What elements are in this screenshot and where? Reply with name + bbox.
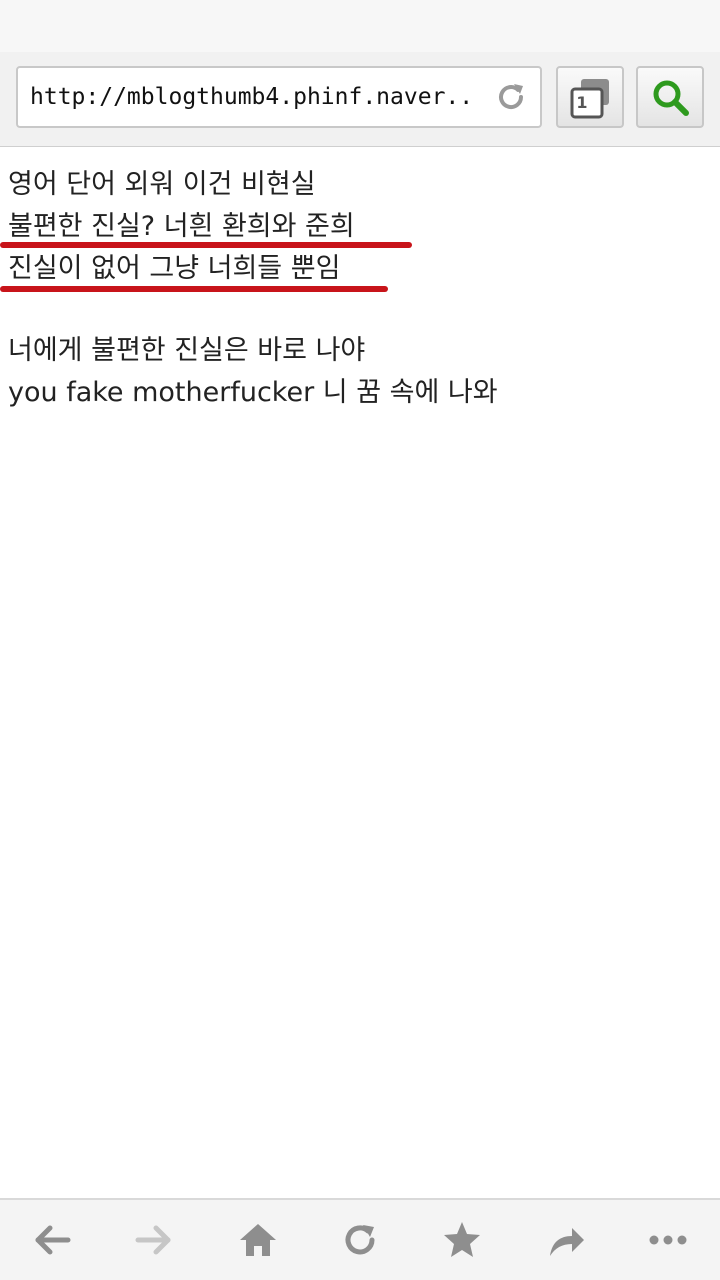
bottom-navigation-bar xyxy=(0,1198,720,1280)
lyric-line-1: 영어 단어 외워 이건 비현실 xyxy=(8,169,316,200)
status-area xyxy=(0,0,720,52)
lyric-line-4: 너에게 불편한 진실은 바로 나야 xyxy=(8,335,366,366)
url-text[interactable]: http://mblogthumb4.phinf.naver.... xyxy=(30,68,476,126)
search-button[interactable] xyxy=(636,66,704,128)
bookmark-star-icon[interactable] xyxy=(440,1218,484,1262)
more-icon[interactable] xyxy=(646,1218,690,1262)
lyric-line-2: 불편한 진실? 너흰 환희와 준희 xyxy=(0,206,712,248)
browser-screen: http://mblogthumb4.phinf.naver.... 1 영어 … xyxy=(0,0,720,1280)
refresh-icon[interactable] xyxy=(338,1218,382,1262)
tabs-button[interactable]: 1 xyxy=(556,66,624,128)
lyric-line-2-text: 불편한 진실? 너흰 환희와 준희 xyxy=(8,211,355,242)
lyric-line-3-text: 진실이 없어 그냥 너희들 뿐임 xyxy=(8,253,341,284)
lyric-line-3: 진실이 없어 그냥 너희들 뿐임 xyxy=(0,248,712,292)
search-icon xyxy=(653,80,689,116)
back-icon[interactable] xyxy=(30,1218,74,1262)
share-icon[interactable] xyxy=(544,1218,588,1262)
home-icon[interactable] xyxy=(236,1218,280,1262)
tab-count: 1 xyxy=(576,93,588,112)
reload-icon[interactable] xyxy=(494,80,528,114)
browser-toolbar: http://mblogthumb4.phinf.naver.... 1 xyxy=(0,52,720,147)
forward-icon[interactable] xyxy=(132,1218,176,1262)
image-text-content: 영어 단어 외워 이건 비현실 불편한 진실? 너흰 환희와 준희 진실이 없어… xyxy=(0,164,712,414)
red-underline-2 xyxy=(0,286,388,292)
lyric-line-5: you fake motherfucker 니 꿈 속에 나와 xyxy=(8,377,498,408)
address-bar[interactable]: http://mblogthumb4.phinf.naver.... xyxy=(16,66,542,128)
